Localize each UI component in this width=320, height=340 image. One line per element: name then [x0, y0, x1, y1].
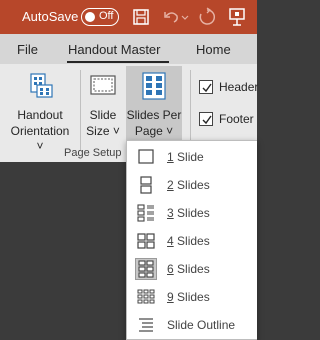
slides-per-page-label-2: Page ˅ [134, 124, 174, 138]
slide-size-label-2: Size ˅ [86, 124, 120, 138]
save-icon[interactable] [130, 6, 152, 28]
slides-per-page-label-1: Slides Per [126, 108, 182, 122]
ribbon-tabs: File Handout Master Home [0, 34, 257, 64]
menu-item-label: 1 Slide [167, 150, 204, 164]
menu-item-3-slides[interactable]: 3 Slides [127, 199, 257, 227]
slide-size-button[interactable]: Slide Size ˅ [83, 66, 123, 142]
present-icon[interactable] [226, 6, 248, 28]
handout-orientation-button[interactable]: Handout Orientation ˅ [6, 66, 74, 153]
header-checkbox[interactable] [199, 80, 213, 94]
menu-item-label: Slide Outline [167, 318, 236, 332]
footer-checkbox-label: Footer [219, 112, 254, 126]
menu-item-2-slides[interactable]: 2 Slides [127, 171, 257, 199]
footer-checkbox[interactable] [199, 112, 213, 126]
active-tab-indicator [67, 61, 169, 63]
slides-per-page-icon [142, 72, 166, 100]
nine-slides-icon [137, 289, 155, 304]
toggle-knob [85, 11, 95, 22]
menu-item-label: 3 Slides [167, 206, 210, 220]
slides-per-page-menu: 1 Slide 2 Slides 3 Slides 4 Slides 6 Sli… [126, 140, 257, 340]
autosave-toggle[interactable]: Off [81, 8, 119, 26]
two-slides-icon [140, 176, 152, 194]
slides-per-page-button[interactable]: Slides Per Page ˅ [126, 66, 182, 142]
checkmark-icon [202, 115, 212, 125]
ribbon-separator [190, 70, 191, 150]
menu-item-label: 6 Slides [167, 262, 210, 276]
handout-orientation-icon [30, 73, 53, 98]
menu-item-label: 4 Slides [167, 234, 210, 248]
redo-icon[interactable] [196, 6, 218, 28]
title-bar: AutoSave Off [0, 0, 257, 34]
menu-item-label: 9 Slides [167, 290, 210, 304]
menu-item-9-slides[interactable]: 9 Slides [127, 283, 257, 311]
menu-item-4-slides[interactable]: 4 Slides [127, 227, 257, 255]
menu-item-slide-outline[interactable]: Slide Outline [127, 311, 257, 339]
four-slides-icon [137, 233, 155, 249]
page-setup-group-label: Page Setup [64, 147, 122, 159]
checkmark-icon [202, 83, 212, 93]
six-slides-icon [138, 260, 154, 278]
tab-file[interactable]: File [17, 42, 38, 57]
toggle-state: Off [99, 10, 114, 22]
ribbon-separator [80, 70, 81, 150]
outline-icon [139, 318, 153, 332]
tab-handout-master[interactable]: Handout Master [68, 42, 161, 57]
slide-size-label-1: Slide [89, 108, 117, 122]
autosave-label: AutoSave [22, 9, 79, 24]
undo-icon[interactable] [160, 6, 182, 28]
three-slides-icon [137, 204, 154, 222]
undo-dropdown-icon[interactable] [180, 6, 190, 28]
menu-item-1-slide[interactable]: 1 Slide [127, 143, 257, 171]
tab-home[interactable]: Home [196, 42, 231, 57]
menu-item-6-slides[interactable]: 6 Slides [127, 255, 257, 283]
menu-item-label: 2 Slides [167, 178, 210, 192]
one-slide-icon [138, 149, 154, 164]
handout-orientation-label-1: Handout [17, 108, 63, 122]
header-checkbox-label: Header [219, 80, 259, 94]
slide-size-icon [90, 75, 116, 95]
